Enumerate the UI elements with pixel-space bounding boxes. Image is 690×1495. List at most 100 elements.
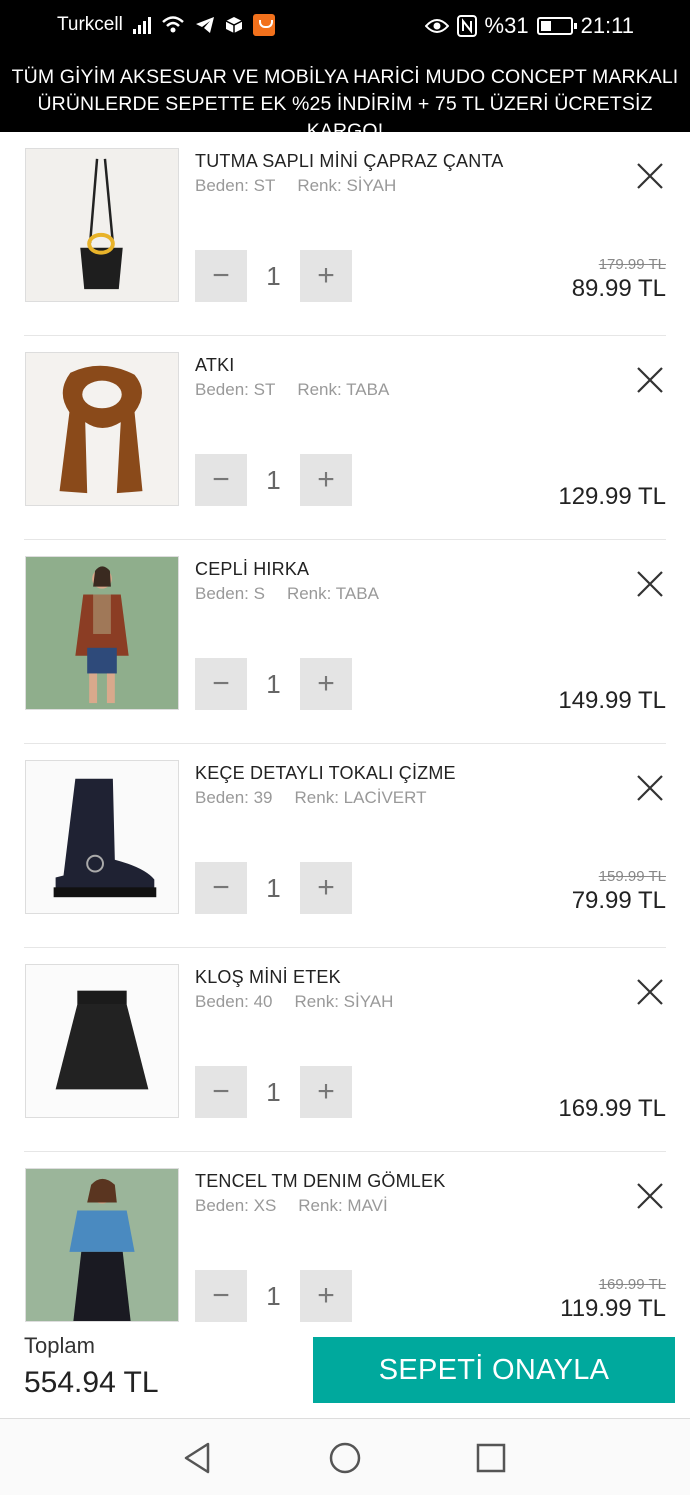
- total-value: 554.94 TL: [24, 1366, 159, 1399]
- qty-decrease-button[interactable]: −: [195, 454, 247, 506]
- qty-increase-button[interactable]: +: [300, 862, 352, 914]
- scarf-image: [26, 353, 178, 505]
- aliexpress-icon: [252, 14, 275, 36]
- promo-line-1: TÜM GİYİM AKSESUAR VE MOBİLYA HARİCİ MUD…: [11, 66, 679, 88]
- signal-icon: [132, 16, 151, 34]
- promo-banner[interactable]: TÜM GİYİM AKSESUAR VE MOBİLYA HARİCİ MUD…: [0, 52, 690, 142]
- recents-icon[interactable]: [471, 1438, 511, 1478]
- back-icon[interactable]: [178, 1438, 218, 1478]
- product-attrs: Beden: XS Renk: MAVİ: [195, 1196, 388, 1216]
- product-name[interactable]: ATKI: [195, 355, 234, 376]
- price: 129.99 TL: [558, 483, 666, 510]
- price: 79.99 TL: [571, 887, 666, 914]
- carrier-label: Turkcell: [57, 14, 123, 35]
- close-icon: [637, 1183, 663, 1209]
- checkout-bar: Toplam 554.94 TL SEPETİ ONAYLA: [0, 1324, 690, 1418]
- battery-percent: %31: [484, 13, 529, 38]
- eye-icon: [424, 19, 449, 33]
- product-attrs: Beden: 39 Renk: LACİVERT: [195, 788, 426, 808]
- remove-item-button[interactable]: [632, 158, 668, 194]
- product-image-boot[interactable]: [25, 760, 179, 914]
- cardigan-image: [26, 557, 178, 709]
- qty-increase-button[interactable]: +: [300, 1066, 352, 1118]
- qty-decrease-button[interactable]: −: [195, 1066, 247, 1118]
- qty-decrease-button[interactable]: −: [195, 250, 247, 302]
- remove-item-button[interactable]: [632, 566, 668, 602]
- product-name[interactable]: KEÇE DETAYLI TOKALI ÇİZME: [195, 763, 456, 784]
- nfc-icon: [456, 15, 477, 37]
- cart-item: TUTMA SAPLI MİNİ ÇAPRAZ ÇANTA Beden: ST R…: [0, 132, 690, 336]
- remove-item-button[interactable]: [632, 1178, 668, 1214]
- product-image-skirt[interactable]: [25, 964, 179, 1118]
- product-image-scarf[interactable]: [25, 352, 179, 506]
- bag-image: [26, 149, 178, 301]
- qty-decrease-button[interactable]: −: [195, 658, 247, 710]
- box-icon: [225, 17, 243, 33]
- qty-increase-button[interactable]: +: [300, 1270, 352, 1322]
- system-nav-bar: [0, 1418, 690, 1495]
- telegram-icon: [195, 17, 214, 33]
- product-size: Beden: XS: [195, 1196, 277, 1215]
- product-attrs: Beden: ST Renk: TABA: [195, 380, 389, 400]
- qty-value: 1: [266, 872, 281, 903]
- skirt-image: [26, 965, 178, 1117]
- old-price: 179.99 TL: [598, 256, 666, 273]
- qty-decrease-button[interactable]: −: [195, 1270, 247, 1322]
- product-attrs: Beden: 40 Renk: SİYAH: [195, 992, 393, 1012]
- remove-item-button[interactable]: [632, 974, 668, 1010]
- product-image-cardigan[interactable]: [25, 556, 179, 710]
- product-size: Beden: ST: [195, 176, 276, 195]
- qty-value: 1: [266, 1076, 281, 1107]
- price: 149.99 TL: [558, 687, 666, 714]
- close-icon: [637, 979, 663, 1005]
- cart-item: KLOŞ MİNİ ETEK Beden: 40 Renk: SİYAH − 1 …: [0, 948, 690, 1152]
- product-size: Beden: ST: [195, 380, 276, 399]
- clock: 21:11: [580, 13, 634, 38]
- home-icon[interactable]: [325, 1438, 365, 1478]
- product-name[interactable]: CEPLİ HIRKA: [195, 559, 309, 580]
- close-icon: [637, 367, 663, 393]
- product-attrs: Beden: ST Renk: SİYAH: [195, 176, 396, 196]
- qty-increase-button[interactable]: +: [300, 454, 352, 506]
- close-icon: [637, 571, 663, 597]
- cart-item: ATKI Beden: ST Renk: TABA − 1 + 129.99 TL: [0, 336, 690, 540]
- product-color: Renk: MAVİ: [298, 1196, 388, 1215]
- price: 89.99 TL: [571, 275, 666, 302]
- battery-icon: [536, 17, 577, 35]
- price: 119.99 TL: [560, 1295, 666, 1322]
- product-color: Renk: SİYAH: [294, 992, 394, 1011]
- qty-increase-button[interactable]: +: [300, 658, 352, 710]
- product-size: Beden: 39: [195, 788, 273, 807]
- cart-item: KEÇE DETAYLI TOKALI ÇİZME Beden: 39 Renk:…: [0, 744, 690, 948]
- qty-value: 1: [266, 1280, 281, 1311]
- product-color: Renk: TABA: [286, 584, 379, 603]
- product-size: Beden: S: [195, 584, 265, 603]
- close-icon: [637, 775, 663, 801]
- remove-item-button[interactable]: [632, 362, 668, 398]
- qty-value: 1: [266, 260, 281, 291]
- product-color: Renk: SİYAH: [297, 176, 397, 195]
- product-attrs: Beden: S Renk: TABA: [195, 584, 379, 604]
- product-name[interactable]: TUTMA SAPLI MİNİ ÇAPRAZ ÇANTA: [195, 151, 504, 172]
- qty-increase-button[interactable]: +: [300, 250, 352, 302]
- close-icon: [637, 163, 663, 189]
- product-name[interactable]: TENCEL TM DENIM GÖMLEK: [195, 1171, 445, 1192]
- qty-value: 1: [266, 464, 281, 495]
- boot-image: [26, 761, 178, 913]
- old-price: 169.99 TL: [598, 1276, 666, 1293]
- product-image-bag[interactable]: [25, 148, 179, 302]
- old-price: 159.99 TL: [598, 868, 666, 885]
- qty-value: 1: [266, 668, 281, 699]
- total-label: Toplam: [24, 1333, 95, 1358]
- remove-item-button[interactable]: [632, 770, 668, 806]
- shirt-image: [26, 1169, 178, 1321]
- cart-item: TENCEL TM DENIM GÖMLEK Beden: XS Renk: MA…: [0, 1152, 690, 1324]
- product-image-shirt[interactable]: [25, 1168, 179, 1322]
- wifi-icon: [161, 16, 184, 33]
- product-size: Beden: 40: [195, 992, 273, 1011]
- confirm-cart-button[interactable]: SEPETİ ONAYLA: [313, 1337, 675, 1403]
- qty-decrease-button[interactable]: −: [195, 862, 247, 914]
- product-color: Renk: LACİVERT: [294, 788, 427, 807]
- product-name[interactable]: KLOŞ MİNİ ETEK: [195, 967, 341, 988]
- cart-list[interactable]: TUTMA SAPLI MİNİ ÇAPRAZ ÇANTA Beden: ST R…: [0, 132, 690, 1324]
